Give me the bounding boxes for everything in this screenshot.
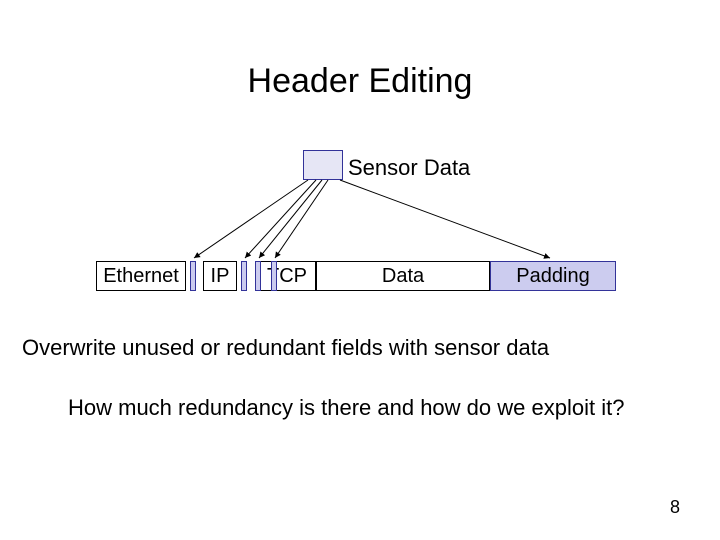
segment-data: Data (316, 261, 490, 291)
overwrite-stripe (241, 261, 247, 291)
body-line-2: How much redundancy is there and how do … (68, 395, 624, 421)
segment-tcp: TCP (258, 261, 316, 291)
sensor-data-label: Sensor Data (348, 155, 470, 181)
body-line-1: Overwrite unused or redundant fields wit… (22, 335, 549, 361)
segment-ethernet: Ethernet (96, 261, 186, 291)
overwrite-stripe (271, 261, 277, 291)
page-number: 8 (670, 497, 680, 518)
segment-padding: Padding (490, 261, 616, 291)
overwrite-stripe (190, 261, 196, 291)
segment-ip: IP (203, 261, 237, 291)
sensor-data-box (303, 150, 343, 180)
slide-title: Header Editing (0, 62, 720, 101)
overwrite-stripe (255, 261, 261, 291)
